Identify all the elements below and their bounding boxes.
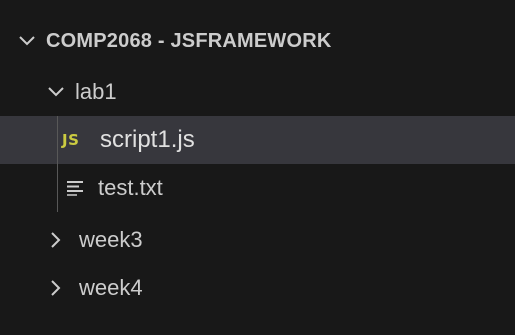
explorer-root-folder[interactable]: COMP2068 - JSFRAMEWORK xyxy=(0,17,515,65)
folder-week3-label: week3 xyxy=(79,227,143,252)
file-script1-js[interactable]: JS script1.js xyxy=(0,116,515,164)
chevron-right-icon[interactable] xyxy=(45,277,67,299)
file-test-txt[interactable]: test.txt xyxy=(0,164,515,212)
folder-week4[interactable]: week4 xyxy=(0,264,515,312)
folder-lab1[interactable]: lab1 xyxy=(0,68,515,116)
indent-guide xyxy=(57,116,58,212)
chevron-down-icon[interactable] xyxy=(45,81,67,103)
file-test-label: test.txt xyxy=(98,175,163,200)
file-explorer: COMP2068 - JSFRAMEWORK lab1 JS script1.j… xyxy=(0,0,515,335)
file-script1-label: script1.js xyxy=(100,126,195,153)
javascript-file-icon: JS xyxy=(62,131,80,149)
root-folder-label: COMP2068 - JSFRAMEWORK xyxy=(46,29,332,52)
folder-week4-label: week4 xyxy=(79,275,143,300)
text-file-icon xyxy=(66,179,84,197)
folder-week3[interactable]: week3 xyxy=(0,216,515,264)
chevron-down-icon[interactable] xyxy=(16,30,38,52)
chevron-right-icon[interactable] xyxy=(45,229,67,251)
folder-lab1-label: lab1 xyxy=(75,79,117,104)
